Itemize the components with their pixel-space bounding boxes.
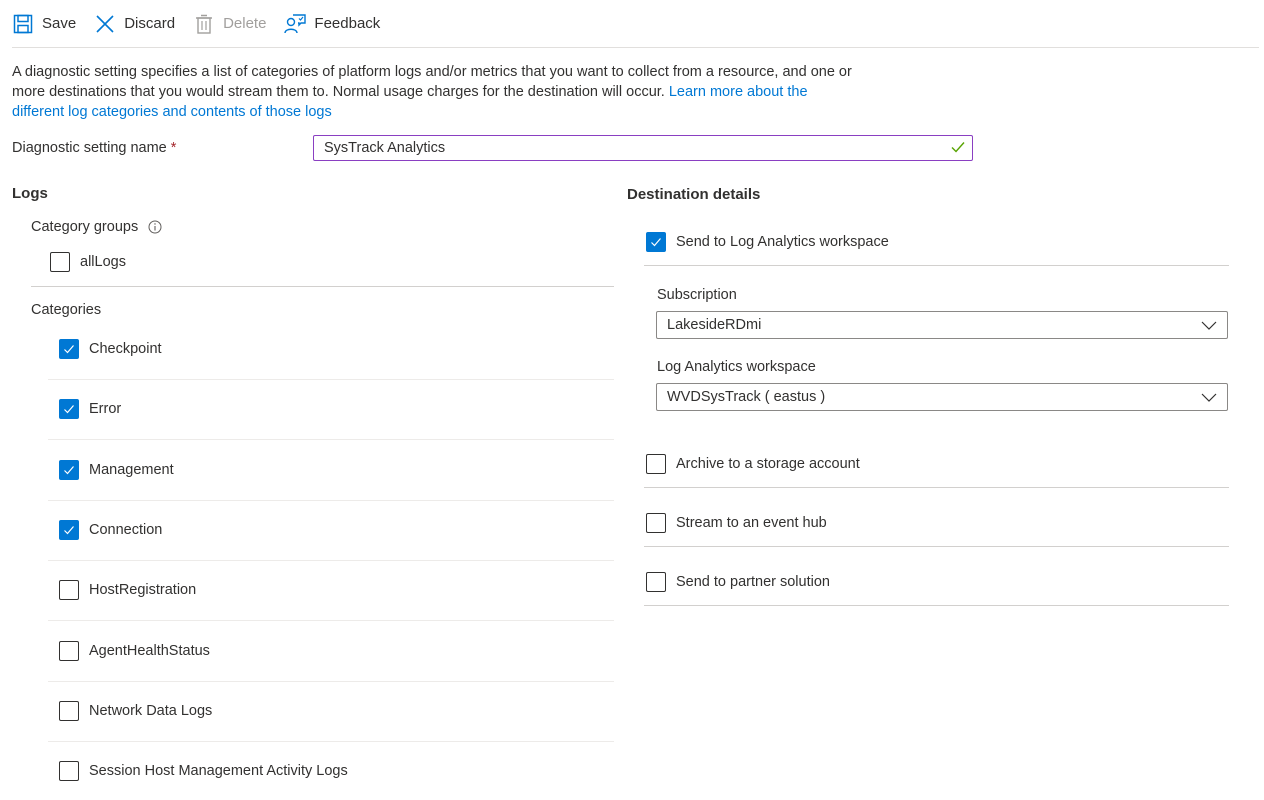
destination-label: Archive to a storage account <box>676 456 860 472</box>
category-item[interactable]: Network Data Logs <box>59 701 212 721</box>
chevron-down-icon <box>1201 391 1217 407</box>
category-item[interactable]: HostRegistration <box>59 580 196 600</box>
category-label: HostRegistration <box>89 582 197 598</box>
divider <box>48 681 614 682</box>
divider <box>644 546 1229 547</box>
category-label: Session Host Management Activity Logs <box>89 763 348 779</box>
delete-label: Delete <box>223 15 267 32</box>
categories-label: Categories <box>31 302 102 318</box>
log-analytics-option[interactable]: Send to Log Analytics workspace <box>646 232 889 252</box>
checkmark-icon <box>64 526 74 535</box>
event-hub-option[interactable]: Stream to an event hub <box>646 513 827 533</box>
category-item[interactable]: Connection <box>59 520 162 540</box>
category-groups-label: Category groups <box>31 219 162 235</box>
subscription-dropdown[interactable]: LakesideRDmi <box>656 311 1228 339</box>
save-label: Save <box>42 15 77 32</box>
logs-heading: Logs <box>12 185 48 202</box>
checkmark-icon <box>64 345 74 354</box>
workspace-label: Log Analytics workspace <box>657 359 816 375</box>
category-label: Checkpoint <box>89 341 162 357</box>
destination-label: Send to partner solution <box>676 574 830 590</box>
category-item[interactable]: AgentHealthStatus <box>59 641 210 661</box>
save-icon <box>12 13 34 35</box>
category-checkbox[interactable] <box>59 339 79 359</box>
alllogs-checkbox[interactable] <box>50 252 70 272</box>
info-icon[interactable] <box>148 220 162 234</box>
category-checkbox[interactable] <box>59 399 79 419</box>
log-analytics-checkbox[interactable] <box>646 232 666 252</box>
subscription-label: Subscription <box>657 287 737 303</box>
category-checkbox[interactable] <box>59 641 79 661</box>
feedback-label: Feedback <box>314 15 381 32</box>
divider <box>48 439 614 440</box>
subscription-value: LakesideRDmi <box>667 317 762 333</box>
divider <box>48 500 614 501</box>
category-label: Management <box>89 462 174 478</box>
partner-solution-option[interactable]: Send to partner solution <box>646 572 830 592</box>
divider <box>644 605 1229 606</box>
divider <box>48 379 614 380</box>
divider <box>48 741 614 742</box>
divider <box>31 286 614 287</box>
destination-heading: Destination details <box>627 186 761 203</box>
category-label: Network Data Logs <box>89 703 213 719</box>
category-label: Connection <box>89 522 163 538</box>
discard-button[interactable]: Discard <box>94 8 175 40</box>
category-label: AgentHealthStatus <box>89 643 210 659</box>
storage-account-option[interactable]: Archive to a storage account <box>646 454 860 474</box>
required-mark: * <box>170 140 177 156</box>
category-group-alllogs[interactable]: allLogs <box>50 252 126 272</box>
workspace-value: WVDSysTrack ( eastus ) <box>667 389 826 405</box>
category-checkbox[interactable] <box>59 520 79 540</box>
category-checkbox[interactable] <box>59 701 79 721</box>
feedback-button[interactable]: Feedback <box>284 8 380 40</box>
setting-name-input[interactable]: SysTrack Analytics <box>313 135 973 161</box>
divider <box>644 487 1229 488</box>
destination-checkbox[interactable] <box>646 513 666 533</box>
divider <box>48 620 614 621</box>
category-checkbox[interactable] <box>59 460 79 480</box>
category-checkbox[interactable] <box>59 761 79 781</box>
description: A diagnostic setting specifies a list of… <box>12 62 862 122</box>
category-checkbox[interactable] <box>59 580 79 600</box>
delete-button[interactable]: Delete <box>193 8 266 40</box>
checkmark-icon <box>651 238 661 247</box>
valid-check-icon <box>950 139 966 159</box>
close-icon <box>94 13 116 35</box>
checkmark-icon <box>64 405 74 414</box>
trash-icon <box>193 13 215 35</box>
discard-label: Discard <box>124 15 176 32</box>
save-button[interactable]: Save <box>12 8 76 40</box>
workspace-dropdown[interactable]: WVDSysTrack ( eastus ) <box>656 383 1228 411</box>
divider <box>644 265 1229 266</box>
setting-name-value: SysTrack Analytics <box>324 140 446 156</box>
category-item[interactable]: Session Host Management Activity Logs <box>59 761 348 781</box>
category-item[interactable]: Checkpoint <box>59 339 162 359</box>
command-bar: Save Discard Delete Feedback <box>12 0 1259 48</box>
chevron-down-icon <box>1201 319 1217 335</box>
feedback-icon <box>284 13 307 35</box>
category-label: Error <box>89 401 122 417</box>
category-item[interactable]: Management <box>59 460 174 480</box>
destination-label: Stream to an event hub <box>676 515 827 531</box>
divider <box>48 560 614 561</box>
category-item[interactable]: Error <box>59 399 121 419</box>
destination-checkbox[interactable] <box>646 572 666 592</box>
destination-checkbox[interactable] <box>646 454 666 474</box>
setting-name-label: Diagnostic setting name * <box>12 140 177 156</box>
checkmark-icon <box>64 466 74 475</box>
